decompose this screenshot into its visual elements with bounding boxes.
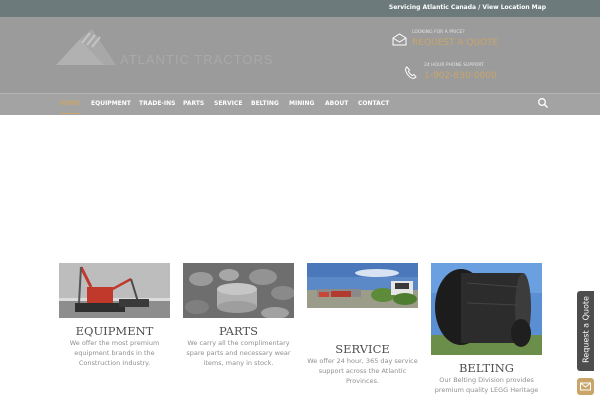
request-quote-label: Request a Quote [581, 296, 591, 363]
belting-card[interactable]: BELTING Our Belting Division provides pr… [431, 263, 542, 394]
card-description: We offer 24 hour, 365 day service suppor… [307, 357, 418, 385]
card-title[interactable]: PARTS [183, 324, 294, 338]
card-title[interactable]: BELTING [431, 361, 542, 375]
parts-image[interactable] [183, 263, 294, 318]
active-nav-indicator [60, 113, 80, 114]
card-description: Our Belting Division provides premium qu… [434, 376, 539, 394]
card-title[interactable]: EQUIPMENT [59, 324, 170, 338]
nav-about[interactable]: ABOUT [325, 100, 348, 107]
envelope-icon[interactable] [392, 33, 407, 46]
phone-number[interactable]: 1-902-830-0000 [424, 71, 497, 81]
phone-support-label: 24 HOUR PHONE SUPPORT [424, 63, 484, 68]
top-bar: Servicing Atlantic Canada / View Locatio… [0, 0, 600, 17]
nav-trade-ins[interactable]: TRADE-INS [139, 100, 176, 107]
parts-card[interactable]: PARTS We carry all the complimentary spa… [183, 263, 294, 367]
card-title[interactable]: SERVICE [307, 342, 418, 356]
logo-text: ATLANTIC TRACTORS [120, 52, 274, 67]
location-link[interactable]: Servicing Atlantic Canada / View Locatio… [389, 4, 546, 11]
service-card[interactable]: SERVICE We offer 24 hour, 365 day servic… [307, 263, 418, 385]
envelope-icon [580, 382, 591, 391]
request-quote-tab[interactable]: Request a Quote [577, 291, 594, 371]
search-icon[interactable] [537, 97, 549, 109]
main-nav: HOME EQUIPMENT TRADE-INS PARTS SERVICE B… [0, 93, 600, 115]
card-description: We offer the most premium equipment bran… [69, 339, 160, 367]
conveyor-belt-image[interactable] [431, 263, 542, 355]
nav-equipment[interactable]: EQUIPMENT [91, 100, 131, 107]
card-description: We carry all the complimentary spare par… [186, 339, 291, 367]
drill-rig-image[interactable] [59, 263, 170, 318]
nav-belting[interactable]: BELTING [251, 100, 279, 107]
nav-contact[interactable]: CONTACT [358, 100, 389, 107]
quote-prompt: LOOKING FOR A PRICE? [412, 30, 465, 35]
nav-home[interactable]: HOME [60, 100, 80, 107]
request-quote-link[interactable]: REQUEST A QUOTE [412, 38, 498, 48]
service-building-image[interactable] [307, 263, 418, 308]
nav-parts[interactable]: PARTS [183, 100, 204, 107]
mail-button[interactable] [577, 378, 594, 395]
equipment-card[interactable]: EQUIPMENT We offer the most premium equi… [59, 263, 170, 367]
nav-service[interactable]: SERVICE [214, 100, 242, 107]
nav-mining[interactable]: MINING [289, 100, 314, 107]
phone-icon [405, 66, 417, 79]
